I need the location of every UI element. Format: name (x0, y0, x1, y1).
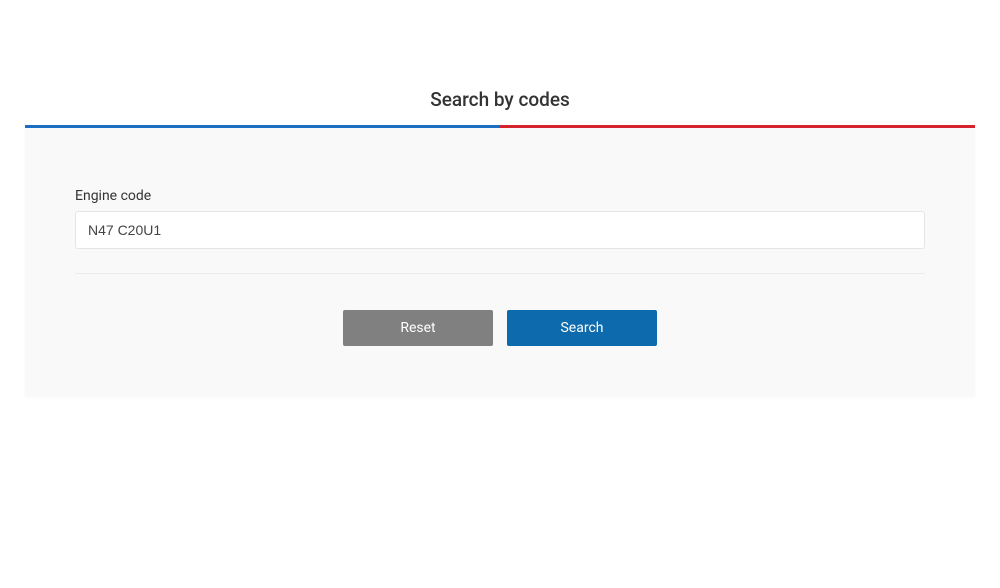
accent-border-red (500, 125, 975, 128)
divider (75, 273, 925, 274)
accent-border (25, 125, 975, 128)
reset-button[interactable]: Reset (343, 310, 493, 346)
button-row: Reset Search (75, 310, 925, 346)
search-button[interactable]: Search (507, 310, 657, 346)
engine-code-input[interactable] (75, 211, 925, 249)
engine-code-label: Engine code (75, 188, 925, 204)
page-title: Search by codes (25, 88, 975, 111)
accent-border-blue (25, 125, 500, 128)
search-panel: Engine code Reset Search (25, 128, 975, 396)
